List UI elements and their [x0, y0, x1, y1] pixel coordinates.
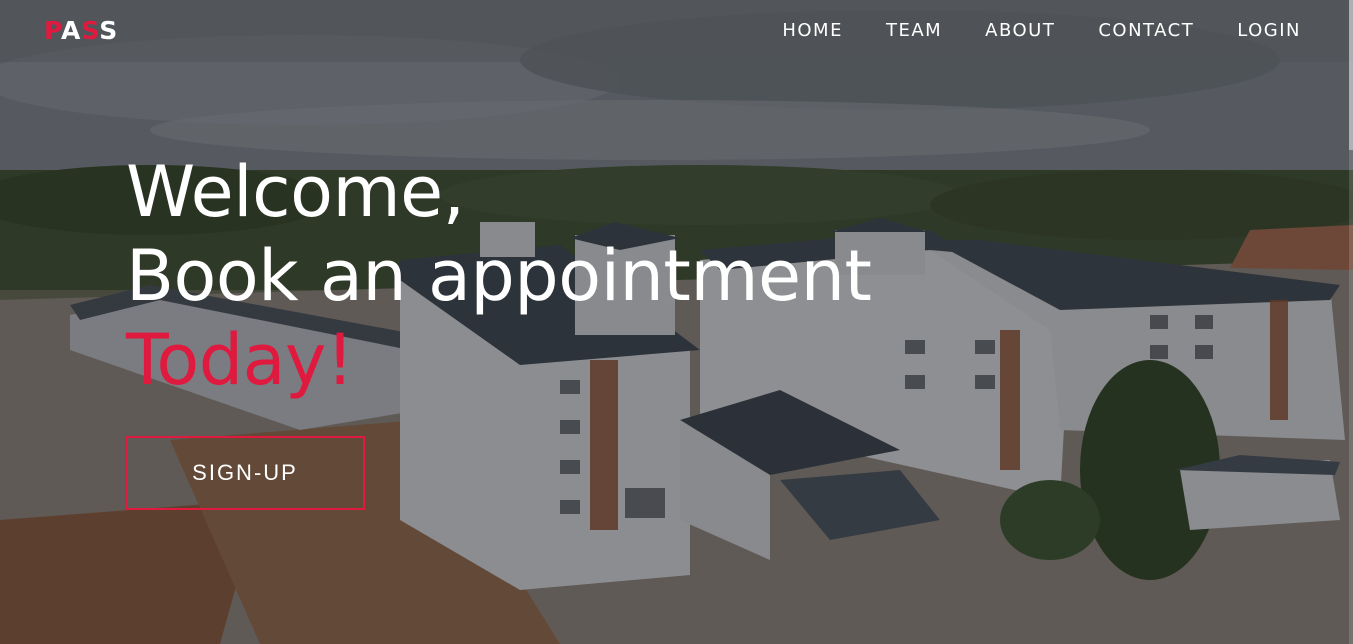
top-navbar: PASS HOME TEAM ABOUT CONTACT LOGIN: [0, 0, 1353, 62]
scrollbar-thumb[interactable]: [1349, 0, 1353, 150]
main-nav: HOME TEAM ABOUT CONTACT LOGIN: [782, 20, 1301, 41]
headline-line-book: Book an appointment: [126, 235, 872, 317]
logo-letter-s1: S: [81, 16, 100, 45]
nav-home-link[interactable]: HOME: [782, 20, 843, 41]
nav-team-link[interactable]: TEAM: [886, 20, 942, 41]
signup-button[interactable]: SIGN-UP: [125, 436, 365, 510]
logo-letter-a: A: [61, 16, 82, 45]
hero-headline: Welcome, Book an appointment Today!: [126, 150, 872, 402]
nav-contact-link[interactable]: CONTACT: [1098, 20, 1194, 41]
headline-line-welcome: Welcome,: [126, 151, 465, 233]
pass-logo[interactable]: PASS: [44, 16, 118, 45]
logo-letter-s2: S: [99, 16, 119, 45]
page-scrollbar[interactable]: [1349, 0, 1353, 644]
logo-letter-p: P: [44, 16, 62, 45]
headline-line-today: Today!: [126, 319, 354, 401]
nav-login-link[interactable]: LOGIN: [1237, 20, 1301, 41]
nav-about-link[interactable]: ABOUT: [985, 20, 1055, 41]
